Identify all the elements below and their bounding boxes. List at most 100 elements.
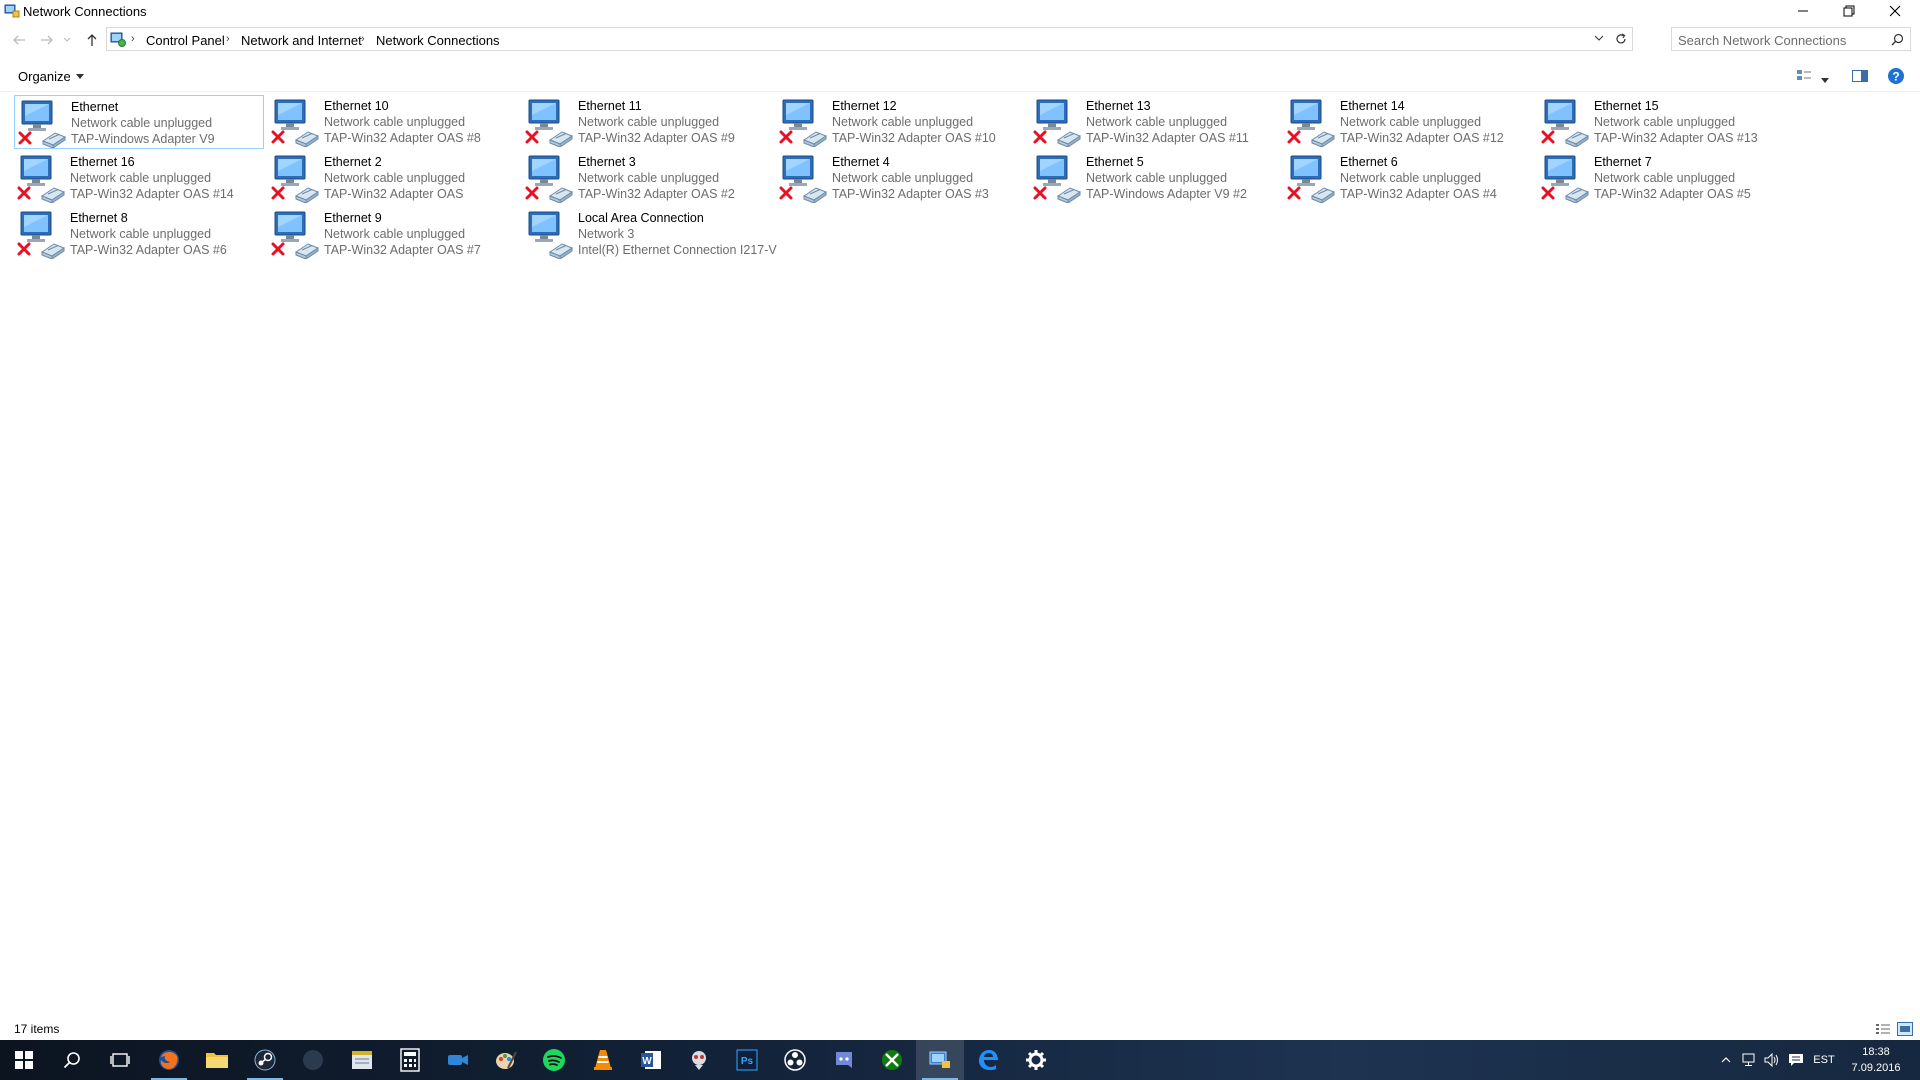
search-input[interactable]: Search Network Connections — [1671, 27, 1911, 51]
navigation-bar: › Control Panel › Network and Internet ›… — [0, 26, 1920, 54]
taskbar-spotify[interactable] — [530, 1040, 578, 1080]
breadcrumb-separator[interactable]: › — [131, 33, 135, 45]
up-button[interactable] — [82, 30, 102, 50]
network-connection-item[interactable]: Ethernet Network cable unplugged TAP-Win… — [14, 95, 264, 149]
network-connections-icon — [929, 1051, 950, 1068]
address-bar[interactable]: › Control Panel › Network and Internet ›… — [106, 27, 1633, 51]
show-hidden-icons-button[interactable] — [1718, 1040, 1734, 1080]
connection-name: Ethernet 15 — [1594, 99, 1659, 113]
connection-status: Network cable unplugged — [71, 116, 213, 130]
network-connection-item[interactable]: Ethernet 2 Network cable unplugged TAP-W… — [268, 151, 518, 205]
breadcrumb-network-connections[interactable]: Network Connections — [376, 33, 500, 48]
edge-icon — [979, 1050, 998, 1070]
connection-device: TAP-Windows Adapter V9 — [71, 132, 215, 146]
network-connection-item[interactable]: Ethernet 11 Network cable unplugged TAP-… — [522, 95, 772, 149]
video-icon — [448, 1055, 468, 1065]
connection-device: TAP-Win32 Adapter OAS #2 — [578, 187, 735, 201]
breadcrumb-separator[interactable]: › — [226, 33, 230, 45]
minimize-button[interactable] — [1780, 0, 1826, 22]
connection-status: Network cable unplugged — [324, 171, 466, 185]
organize-button[interactable]: Organize — [18, 69, 84, 84]
caret-down-icon — [75, 74, 84, 79]
taskbar-edge[interactable] — [964, 1040, 1012, 1080]
taskbar-word[interactable]: W — [627, 1040, 675, 1080]
connection-device: TAP-Win32 Adapter OAS #11 — [1086, 131, 1249, 145]
breadcrumb-control-panel[interactable]: Control Panel — [146, 33, 225, 48]
clock[interactable]: 18:38 7.09.2016 — [1840, 1044, 1912, 1076]
back-button[interactable] — [9, 30, 29, 50]
close-button[interactable] — [1872, 0, 1918, 22]
connection-name: Ethernet 12 — [832, 99, 897, 113]
taskbar-discord[interactable] — [820, 1040, 868, 1080]
restore-button[interactable] — [1826, 0, 1872, 22]
refresh-icon[interactable] — [1614, 32, 1628, 46]
network-connection-item[interactable]: Ethernet 10 Network cable unplugged TAP-… — [268, 95, 518, 149]
taskbar-vlc[interactable] — [579, 1040, 627, 1080]
preview-pane-button[interactable] — [1851, 68, 1869, 87]
help-button[interactable]: ? — [1887, 67, 1905, 88]
taskbar-steam[interactable] — [241, 1040, 289, 1080]
preview-pane-icon — [1852, 70, 1868, 82]
network-connection-item[interactable]: Ethernet 13 Network cable unplugged TAP-… — [1030, 95, 1280, 149]
network-connection-item[interactable]: Ethernet 7 Network cable unplugged TAP-W… — [1538, 151, 1788, 205]
taskbar-paint[interactable] — [482, 1040, 530, 1080]
taskbar-notepad[interactable] — [338, 1040, 386, 1080]
view-dropdown-button[interactable] — [1821, 72, 1829, 86]
taskbar-obs[interactable] — [771, 1040, 819, 1080]
network-connection-item[interactable]: Local Area Connection Network 3 Intel(R)… — [522, 207, 777, 261]
chevron-down-icon[interactable] — [1594, 33, 1604, 43]
search-button[interactable] — [48, 1040, 96, 1080]
disconnected-icon — [525, 130, 539, 144]
input-language[interactable]: EST — [1810, 1040, 1838, 1080]
taskbar-photoshop[interactable]: Ps — [723, 1040, 771, 1080]
network-connection-item[interactable]: Ethernet 8 Network cable unplugged TAP-W… — [14, 207, 264, 261]
network-connection-item[interactable]: Ethernet 6 Network cable unplugged TAP-W… — [1284, 151, 1534, 205]
network-connection-item[interactable]: Ethernet 14 Network cable unplugged TAP-… — [1284, 95, 1534, 149]
taskbar-firefox[interactable] — [145, 1040, 193, 1080]
taskbar-settings[interactable] — [1012, 1040, 1060, 1080]
disconnected-icon — [1541, 130, 1555, 144]
tray-network[interactable] — [1740, 1040, 1760, 1080]
taskbar-file-explorer[interactable] — [193, 1040, 241, 1080]
taskbar-calculator[interactable] — [386, 1040, 434, 1080]
network-connection-item[interactable]: Ethernet 3 Network cable unplugged TAP-W… — [522, 151, 772, 205]
connection-name: Ethernet 9 — [324, 211, 382, 225]
disconnected-icon — [17, 242, 31, 256]
breadcrumb-separator[interactable]: › — [361, 33, 365, 45]
taskbar-xbox[interactable] — [868, 1040, 916, 1080]
recent-locations-button[interactable] — [61, 30, 73, 50]
network-connection-item[interactable]: Ethernet 15 Network cable unplugged TAP-… — [1538, 95, 1788, 149]
tray-action-center[interactable] — [1786, 1040, 1806, 1080]
start-button[interactable] — [0, 1040, 48, 1080]
connection-device: TAP-Win32 Adapter OAS #12 — [1340, 131, 1504, 145]
breadcrumb-network-and-internet[interactable]: Network and Internet — [241, 33, 362, 48]
network-connections-icon — [4, 4, 20, 18]
connection-name: Local Area Connection — [578, 211, 704, 225]
disconnected-icon — [271, 242, 285, 256]
taskbar-app[interactable] — [289, 1040, 337, 1080]
search-icon — [63, 1052, 80, 1069]
change-view-button[interactable] — [1796, 68, 1814, 87]
disconnected-icon — [779, 186, 793, 200]
help-icon: ? — [1888, 68, 1904, 84]
title-bar: Network Connections — [0, 0, 1920, 22]
task-view-button[interactable] — [96, 1040, 144, 1080]
connection-status: Network 3 — [578, 227, 635, 241]
disconnected-icon — [1033, 130, 1047, 144]
taskbar-video[interactable] — [434, 1040, 482, 1080]
network-connection-item[interactable]: Ethernet 4 Network cable unplugged TAP-W… — [776, 151, 1026, 205]
connection-device: TAP-Win32 Adapter OAS #13 — [1594, 131, 1758, 145]
network-connection-item[interactable]: Ethernet 5 Network cable unplugged TAP-W… — [1030, 151, 1280, 205]
large-icons-view-icon[interactable] — [1897, 1022, 1913, 1036]
disconnected-icon — [18, 131, 32, 145]
network-connection-item[interactable]: Ethernet 9 Network cable unplugged TAP-W… — [268, 207, 518, 261]
taskbar-network-connections[interactable] — [916, 1040, 964, 1080]
details-view-icon[interactable] — [1875, 1022, 1891, 1036]
network-connection-item[interactable]: Ethernet 12 Network cable unplugged TAP-… — [776, 95, 1026, 149]
connection-name: Ethernet 11 — [578, 99, 642, 113]
tray-volume[interactable] — [1762, 1040, 1782, 1080]
network-connection-item[interactable]: Ethernet 16 Network cable unplugged TAP-… — [14, 151, 264, 205]
forward-button[interactable] — [37, 30, 57, 50]
taskbar-app-2[interactable] — [675, 1040, 723, 1080]
search-icon[interactable] — [1891, 33, 1904, 46]
